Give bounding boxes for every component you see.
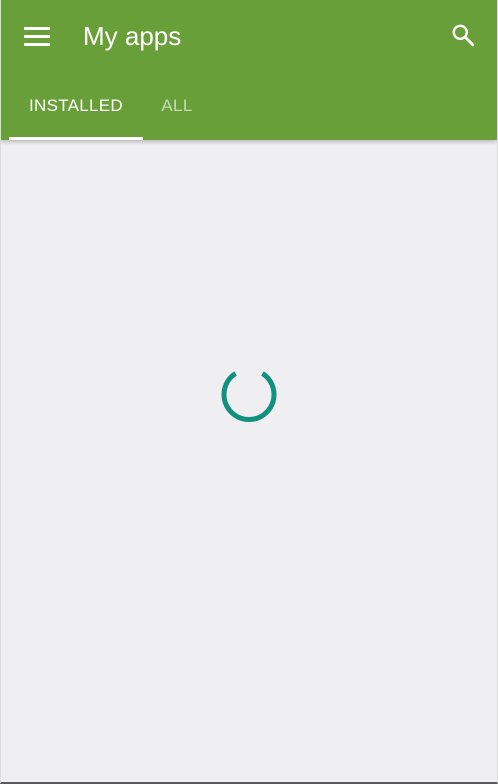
tab-selected-indicator [9,137,143,140]
loading-spinner-icon [221,371,277,422]
tab-bar: INSTALLED ALL [1,72,497,140]
app-bar: My apps INSTALLED ALL [1,0,497,140]
toolbar: My apps [1,0,497,72]
app-frame: My apps INSTALLED ALL [0,0,498,784]
menu-button[interactable] [15,14,59,58]
search-icon [452,24,475,47]
hamburger-menu-icon [24,26,50,46]
tab-all[interactable]: ALL [143,72,211,140]
tab-installed[interactable]: INSTALLED [9,72,143,140]
page-title: My apps [83,21,182,51]
search-button[interactable] [441,13,485,57]
app-list-area [1,140,497,782]
